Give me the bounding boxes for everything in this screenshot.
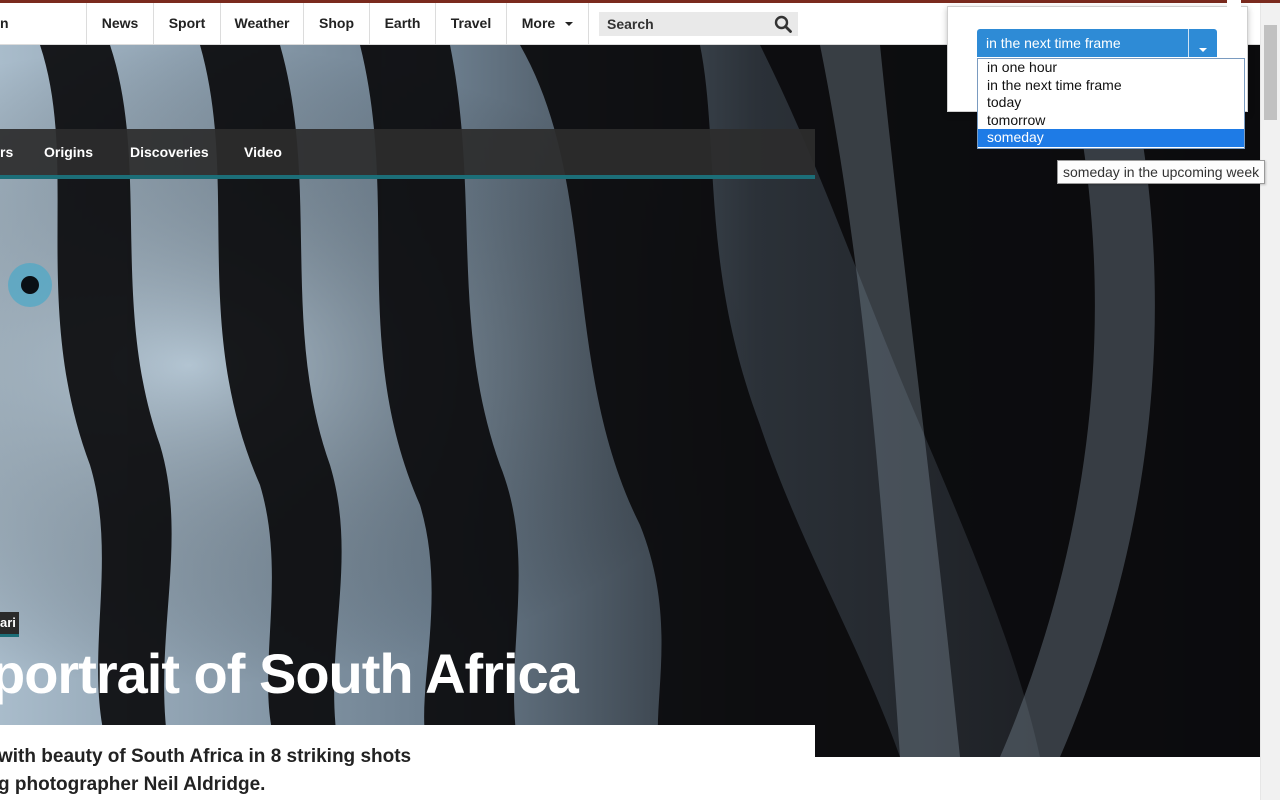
hero-image-zebra: rs Origins Discoveries Video ari portrai… xyxy=(0,45,1260,757)
article-standfirst-panel: with beauty of South Africa in 8 strikin… xyxy=(0,725,815,800)
nav-divider xyxy=(588,3,589,44)
select-toggle[interactable] xyxy=(1188,29,1217,57)
scrollbar-thumb[interactable] xyxy=(1264,25,1277,120)
article-tag[interactable]: ari xyxy=(0,612,19,637)
standfirst-line-2: g photographer Neil Aldridge. xyxy=(0,774,266,795)
option-today[interactable]: today xyxy=(978,94,1244,112)
chevron-down-icon xyxy=(565,22,574,27)
subnav-item-video[interactable]: Video xyxy=(244,129,282,175)
search-icon[interactable] xyxy=(774,15,792,33)
nav-item-shop[interactable]: Shop xyxy=(303,3,369,44)
chevron-down-icon xyxy=(1199,48,1207,53)
section-subnav: rs Origins Discoveries Video xyxy=(0,129,815,179)
nav-item-news[interactable]: News xyxy=(86,3,153,44)
option-someday[interactable]: someday xyxy=(978,129,1244,147)
subnav-item-discoveries[interactable]: Discoveries xyxy=(130,129,209,175)
nav-item-travel[interactable]: Travel xyxy=(435,3,506,44)
search-placeholder: Search xyxy=(607,16,654,32)
subnav-item-origins[interactable]: Origins xyxy=(44,129,93,175)
search-input[interactable]: Search xyxy=(599,12,798,36)
option-in-one-hour[interactable]: in one hour xyxy=(978,59,1244,77)
option-in-the-next-time-frame[interactable]: in the next time frame xyxy=(978,77,1244,95)
article-standfirst: with beauty of South Africa in 8 strikin… xyxy=(0,743,798,799)
option-tomorrow[interactable]: tomorrow xyxy=(978,112,1244,130)
subnav-item-truncated[interactable]: rs xyxy=(0,129,13,175)
time-frame-selected-value: in the next time frame xyxy=(986,35,1121,51)
option-tooltip: someday in the upcoming week xyxy=(1057,160,1266,184)
nav-item-truncated[interactable]: n xyxy=(0,3,9,44)
nav-item-sport[interactable]: Sport xyxy=(153,3,220,44)
article-headline: portrait of South Africa xyxy=(0,642,579,705)
popup-notch xyxy=(1227,0,1241,7)
nav-item-earth[interactable]: Earth xyxy=(369,3,435,44)
more-label: More xyxy=(521,15,556,31)
nav-item-more[interactable]: More xyxy=(506,3,588,44)
nav-item-weather[interactable]: Weather xyxy=(220,3,303,44)
time-frame-select[interactable]: in the next time frame xyxy=(977,29,1217,57)
page-scrollbar[interactable] xyxy=(1260,3,1280,800)
standfirst-line-1: with beauty of South Africa in 8 strikin… xyxy=(0,746,412,767)
time-frame-options-list: in one hour in the next time frame today… xyxy=(977,58,1245,149)
